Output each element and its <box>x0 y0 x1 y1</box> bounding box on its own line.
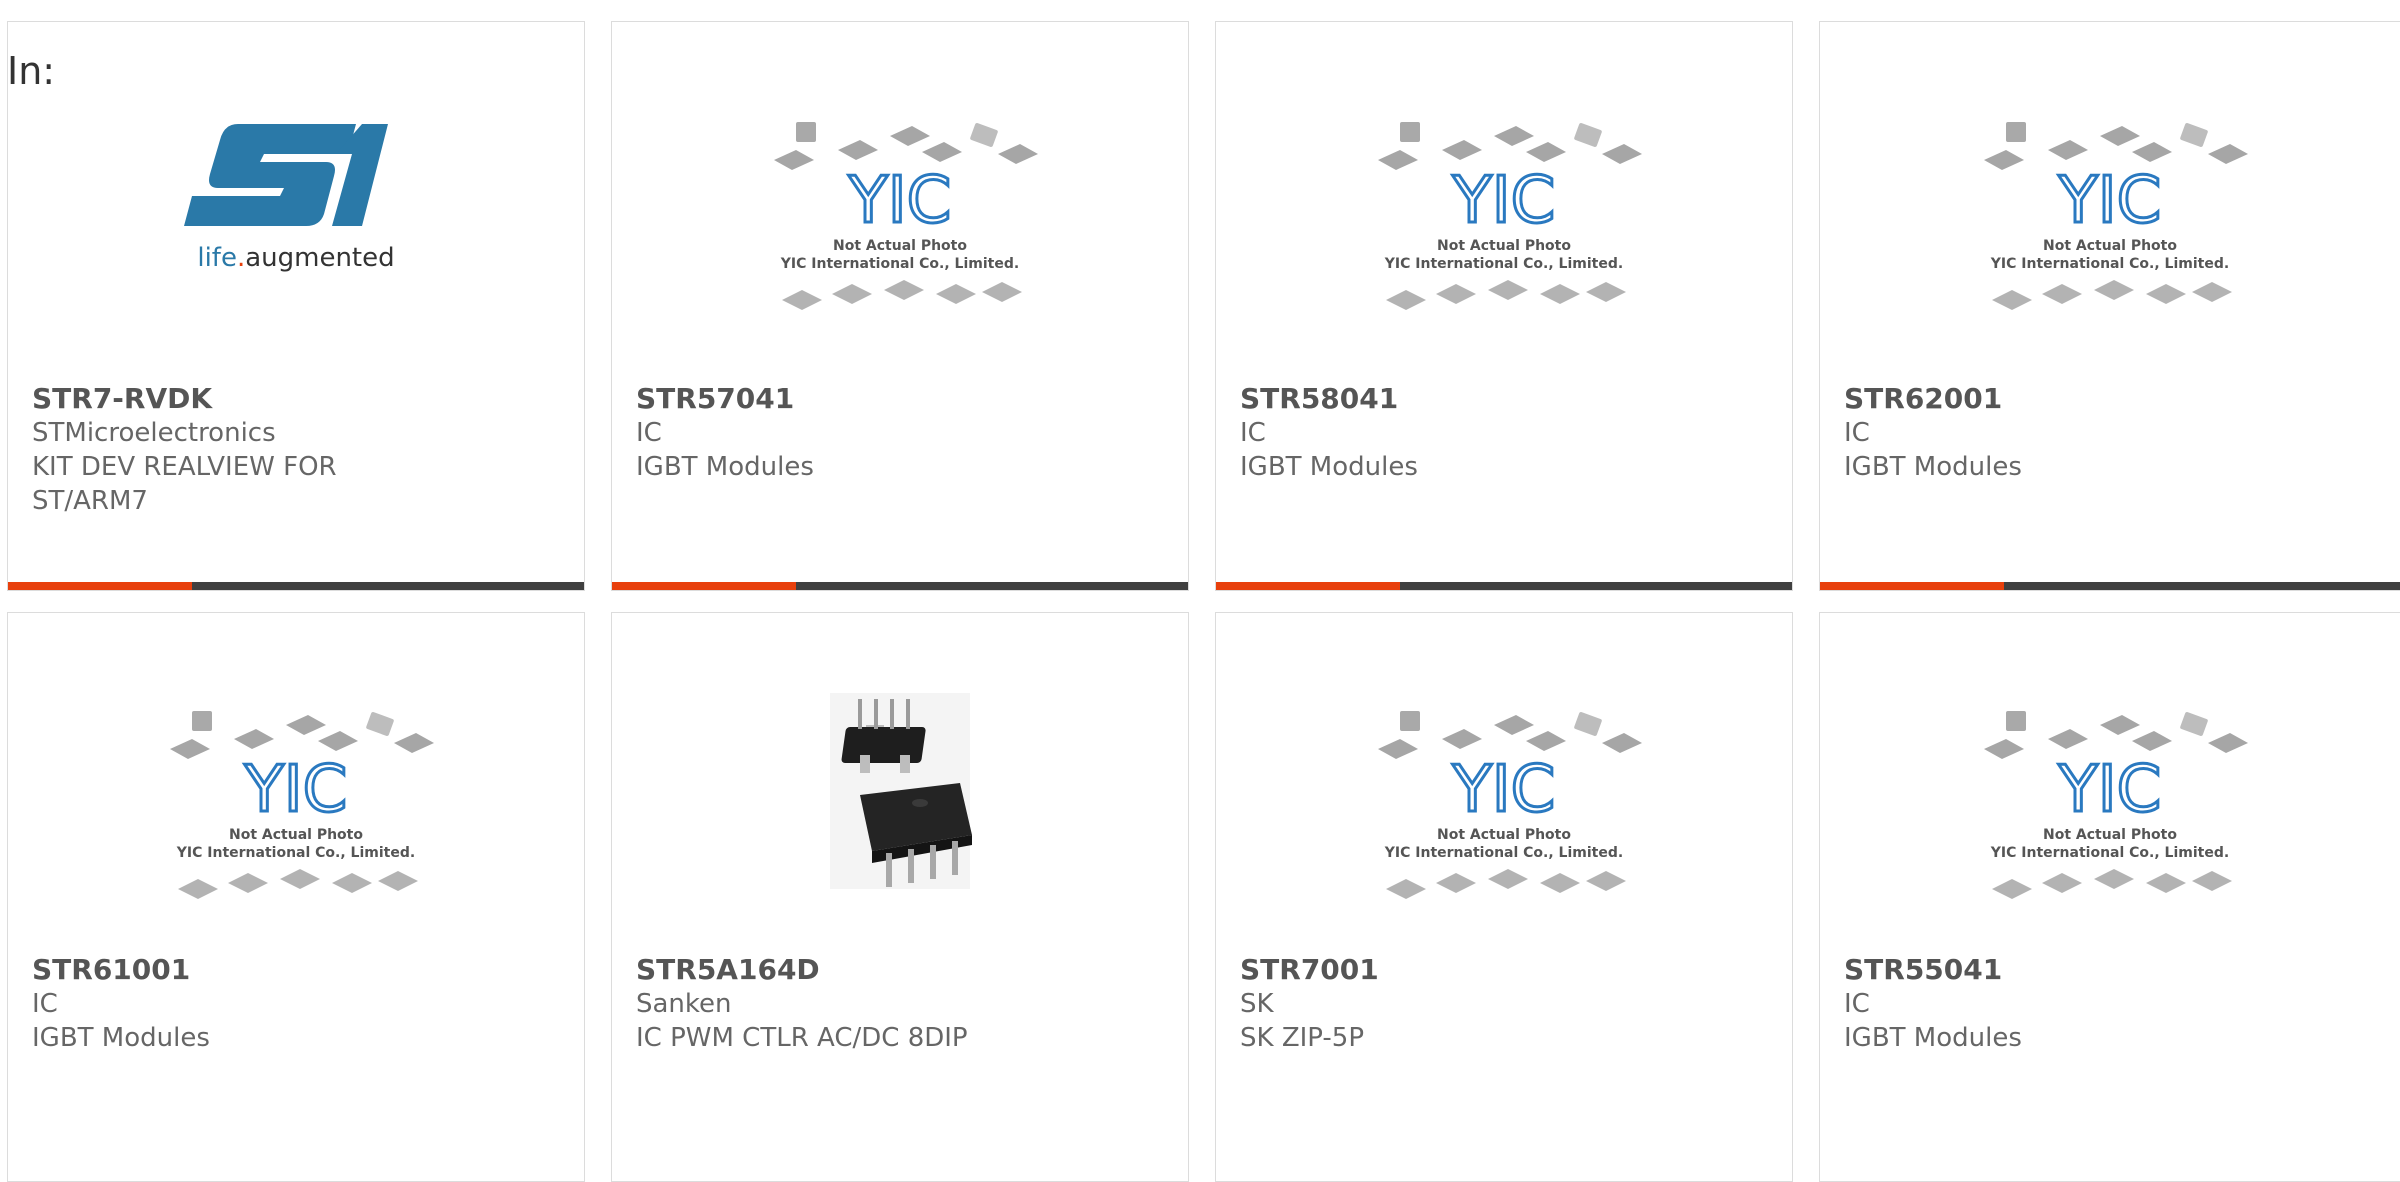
chip-icons-bottom <box>782 280 1022 310</box>
part-number[interactable]: STR57041 <box>636 382 814 416</box>
description: IGBT Modules <box>32 1023 210 1053</box>
card-bar-accent <box>1216 582 1400 590</box>
part-number[interactable]: STR62001 <box>1844 382 2022 416</box>
card-bar-accent <box>612 582 796 590</box>
product-card[interactable]: YIC Not Actual Photo YIC International Co.… <box>1215 21 1793 591</box>
chip-icons-bottom <box>1386 280 1626 310</box>
chip-icons-top <box>1984 122 2248 170</box>
description: IC PWM CTLR AC/DC 8DIP <box>636 1023 968 1053</box>
placeholder-company: YIC International Co., Limited. <box>1384 256 1623 272</box>
product-card[interactable]: YIC Not Actual Photo YIC International Co.… <box>1215 612 1793 1182</box>
placeholder-image: YICNot Actual Photo YIC International Co.… <box>170 711 434 899</box>
yic-logo-icon: YIC <box>1452 164 1556 238</box>
description-cont: ST/ARM7 <box>32 486 148 516</box>
category: IC <box>32 989 58 1019</box>
yic-logo-icon: YIC <box>1452 753 1556 827</box>
category: IC <box>1844 418 1870 448</box>
description: SK ZIP-5P <box>1240 1023 1365 1053</box>
product-grid: life.augmented STR7-RVDK STMicroelectron… <box>0 0 2400 1182</box>
yic-logo-icon: YIC <box>2058 164 2162 238</box>
chip-icons-bottom <box>1386 869 1626 899</box>
placeholder-image: YICNot Actual Photo YIC International Co.… <box>1984 711 2248 899</box>
chip-icons-top <box>774 122 1038 170</box>
yic-logo-icon: YIC <box>2058 753 2162 827</box>
placeholder-company: YIC International Co., Limited. <box>1990 845 2229 861</box>
svg-text:life.augmented: life.augmented <box>197 243 394 273</box>
product-card[interactable]: YIC Not Actual Photo YIC International Co.… <box>1819 612 2400 1182</box>
chip-icons-bottom <box>1992 869 2232 899</box>
product-card[interactable]: YIC Not Actual Photo YIC International Co.… <box>7 612 585 1182</box>
placeholder-company: YIC International Co., Limited. <box>1384 845 1623 861</box>
yic-logo-icon: YIC <box>848 164 952 238</box>
part-number[interactable]: STR55041 <box>1844 953 2022 987</box>
part-number[interactable]: STR61001 <box>32 953 210 987</box>
placeholder-company: YIC International Co., Limited. <box>1990 256 2229 272</box>
st-logo-image: life.augmented <box>184 124 395 273</box>
chip-icons-bottom <box>1992 280 2232 310</box>
product-card[interactable]: STR5A164D Sanken IC PWM CTLR AC/DC 8DIP <box>611 612 1189 1182</box>
category: IC <box>1240 418 1266 448</box>
manufacturer: SK <box>1240 989 1274 1019</box>
card-bar-accent <box>1820 582 2004 590</box>
placeholder-company: YIC International Co., Limited. <box>176 845 415 861</box>
product-card[interactable]: life.augmented STR7-RVDK STMicroelectron… <box>7 21 585 591</box>
placeholder-image: YICNot Actual Photo YIC International Co.… <box>1378 122 1642 310</box>
chip-icons-top <box>1984 711 2248 759</box>
page-heading: In: <box>7 49 56 93</box>
chip-icons-top <box>170 711 434 759</box>
manufacturer: Sanken <box>636 989 732 1019</box>
card-bar-accent <box>8 582 192 590</box>
placeholder-image: YICNot Actual Photo YIC International Co.… <box>774 122 1038 310</box>
placeholder-image: YICNot Actual Photo YIC International Co.… <box>1378 711 1642 899</box>
description: IGBT Modules <box>1844 452 2022 482</box>
chip-icons-top <box>1378 122 1642 170</box>
yic-logo-icon: YIC <box>244 753 348 827</box>
placeholder-note: Not Actual Photo <box>229 827 363 843</box>
part-number[interactable]: STR7001 <box>1240 953 1379 987</box>
placeholder-note: Not Actual Photo <box>833 238 967 254</box>
manufacturer: STMicroelectronics <box>32 418 276 448</box>
placeholder-image: YICNot Actual Photo YIC International Co.… <box>1984 122 2248 310</box>
placeholder-note: Not Actual Photo <box>2043 827 2177 843</box>
description: IGBT Modules <box>1240 452 1418 482</box>
chip-icons-top <box>1378 711 1642 759</box>
part-number[interactable]: STR7-RVDK <box>32 382 337 416</box>
category: IC <box>1844 989 1870 1019</box>
product-card[interactable]: YIC Not Actual Photo YIC International Co.… <box>611 21 1189 591</box>
part-number[interactable]: STR58041 <box>1240 382 1418 416</box>
description: IGBT Modules <box>1844 1023 2022 1053</box>
category: IC <box>636 418 662 448</box>
chip-icons-bottom <box>178 869 418 899</box>
description: KIT DEV REALVIEW FOR <box>32 452 337 482</box>
placeholder-note: Not Actual Photo <box>2043 238 2177 254</box>
st-logo-icon <box>184 124 388 226</box>
dip-package-image <box>830 693 972 889</box>
placeholder-note: Not Actual Photo <box>1437 827 1571 843</box>
placeholder-note: Not Actual Photo <box>1437 238 1571 254</box>
product-card[interactable]: YIC Not Actual Photo YIC International Co.… <box>1819 21 2400 591</box>
placeholder-company: YIC International Co., Limited. <box>780 256 1019 272</box>
part-number[interactable]: STR5A164D <box>636 953 968 987</box>
description: IGBT Modules <box>636 452 814 482</box>
